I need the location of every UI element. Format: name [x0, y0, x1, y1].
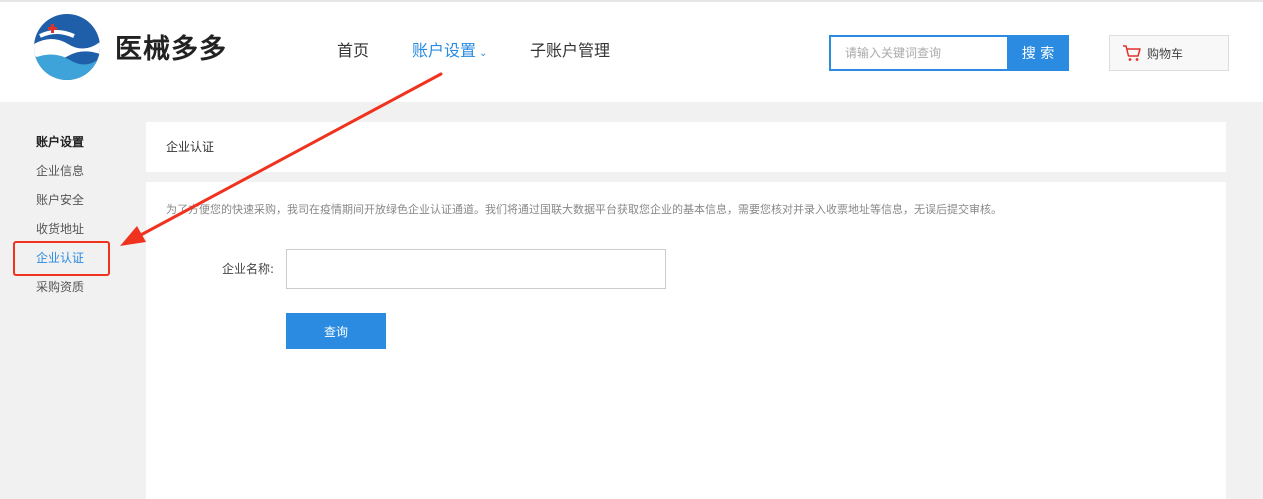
brand-name[interactable]: 医械多多 [115, 32, 227, 68]
notice-text: 为了方便您的快速采购，我司在疫情期间开放绿色企业认证通道。我们将通过国联大数据平… [166, 203, 1002, 216]
header: 医械多多 首页 账户设置⌄ 子账户管理 搜 索 购物车 [0, 2, 1263, 102]
sidebar: 账户设置 企业信息 账户安全 收货地址 企业认证 采购资质 [36, 132, 126, 306]
sidebar-title: 账户设置 [36, 135, 85, 149]
search-bar: 搜 索 [829, 35, 1069, 71]
nav-sub-accounts[interactable]: 子账户管理 [530, 40, 610, 62]
cart-button[interactable]: 购物车 [1109, 35, 1229, 71]
panel-header: 企业认证 [146, 122, 1226, 172]
company-name-label: 企业名称: [222, 262, 275, 276]
shopping-cart-icon [1123, 45, 1141, 61]
cart-label: 购物车 [1147, 46, 1184, 61]
logo-icon [34, 14, 100, 80]
annotation-highlight-box [13, 241, 110, 276]
sidebar-item-shipping-address[interactable]: 收货地址 [36, 219, 126, 239]
panel-title: 企业认证 [166, 140, 215, 154]
sidebar-item-purchase-qualification[interactable]: 采购资质 [36, 277, 126, 297]
nav-home[interactable]: 首页 [337, 40, 369, 62]
nav-account-settings-label: 账户设置 [412, 41, 477, 60]
search-input[interactable] [829, 35, 1007, 71]
query-button[interactable]: 查询 [286, 313, 386, 349]
verification-form: 为了方便您的快速采购，我司在疫情期间开放绿色企业认证通道。我们将通过国联大数据平… [146, 182, 1226, 499]
chevron-down-icon: ⌄ [479, 48, 488, 59]
sidebar-item-company-info[interactable]: 企业信息 [36, 161, 126, 181]
nav-account-settings[interactable]: 账户设置 ⌄ [412, 40, 487, 65]
sidebar-item-account-security[interactable]: 账户安全 [36, 190, 126, 210]
search-button[interactable]: 搜 索 [1007, 35, 1069, 71]
company-name-input[interactable] [286, 249, 666, 289]
